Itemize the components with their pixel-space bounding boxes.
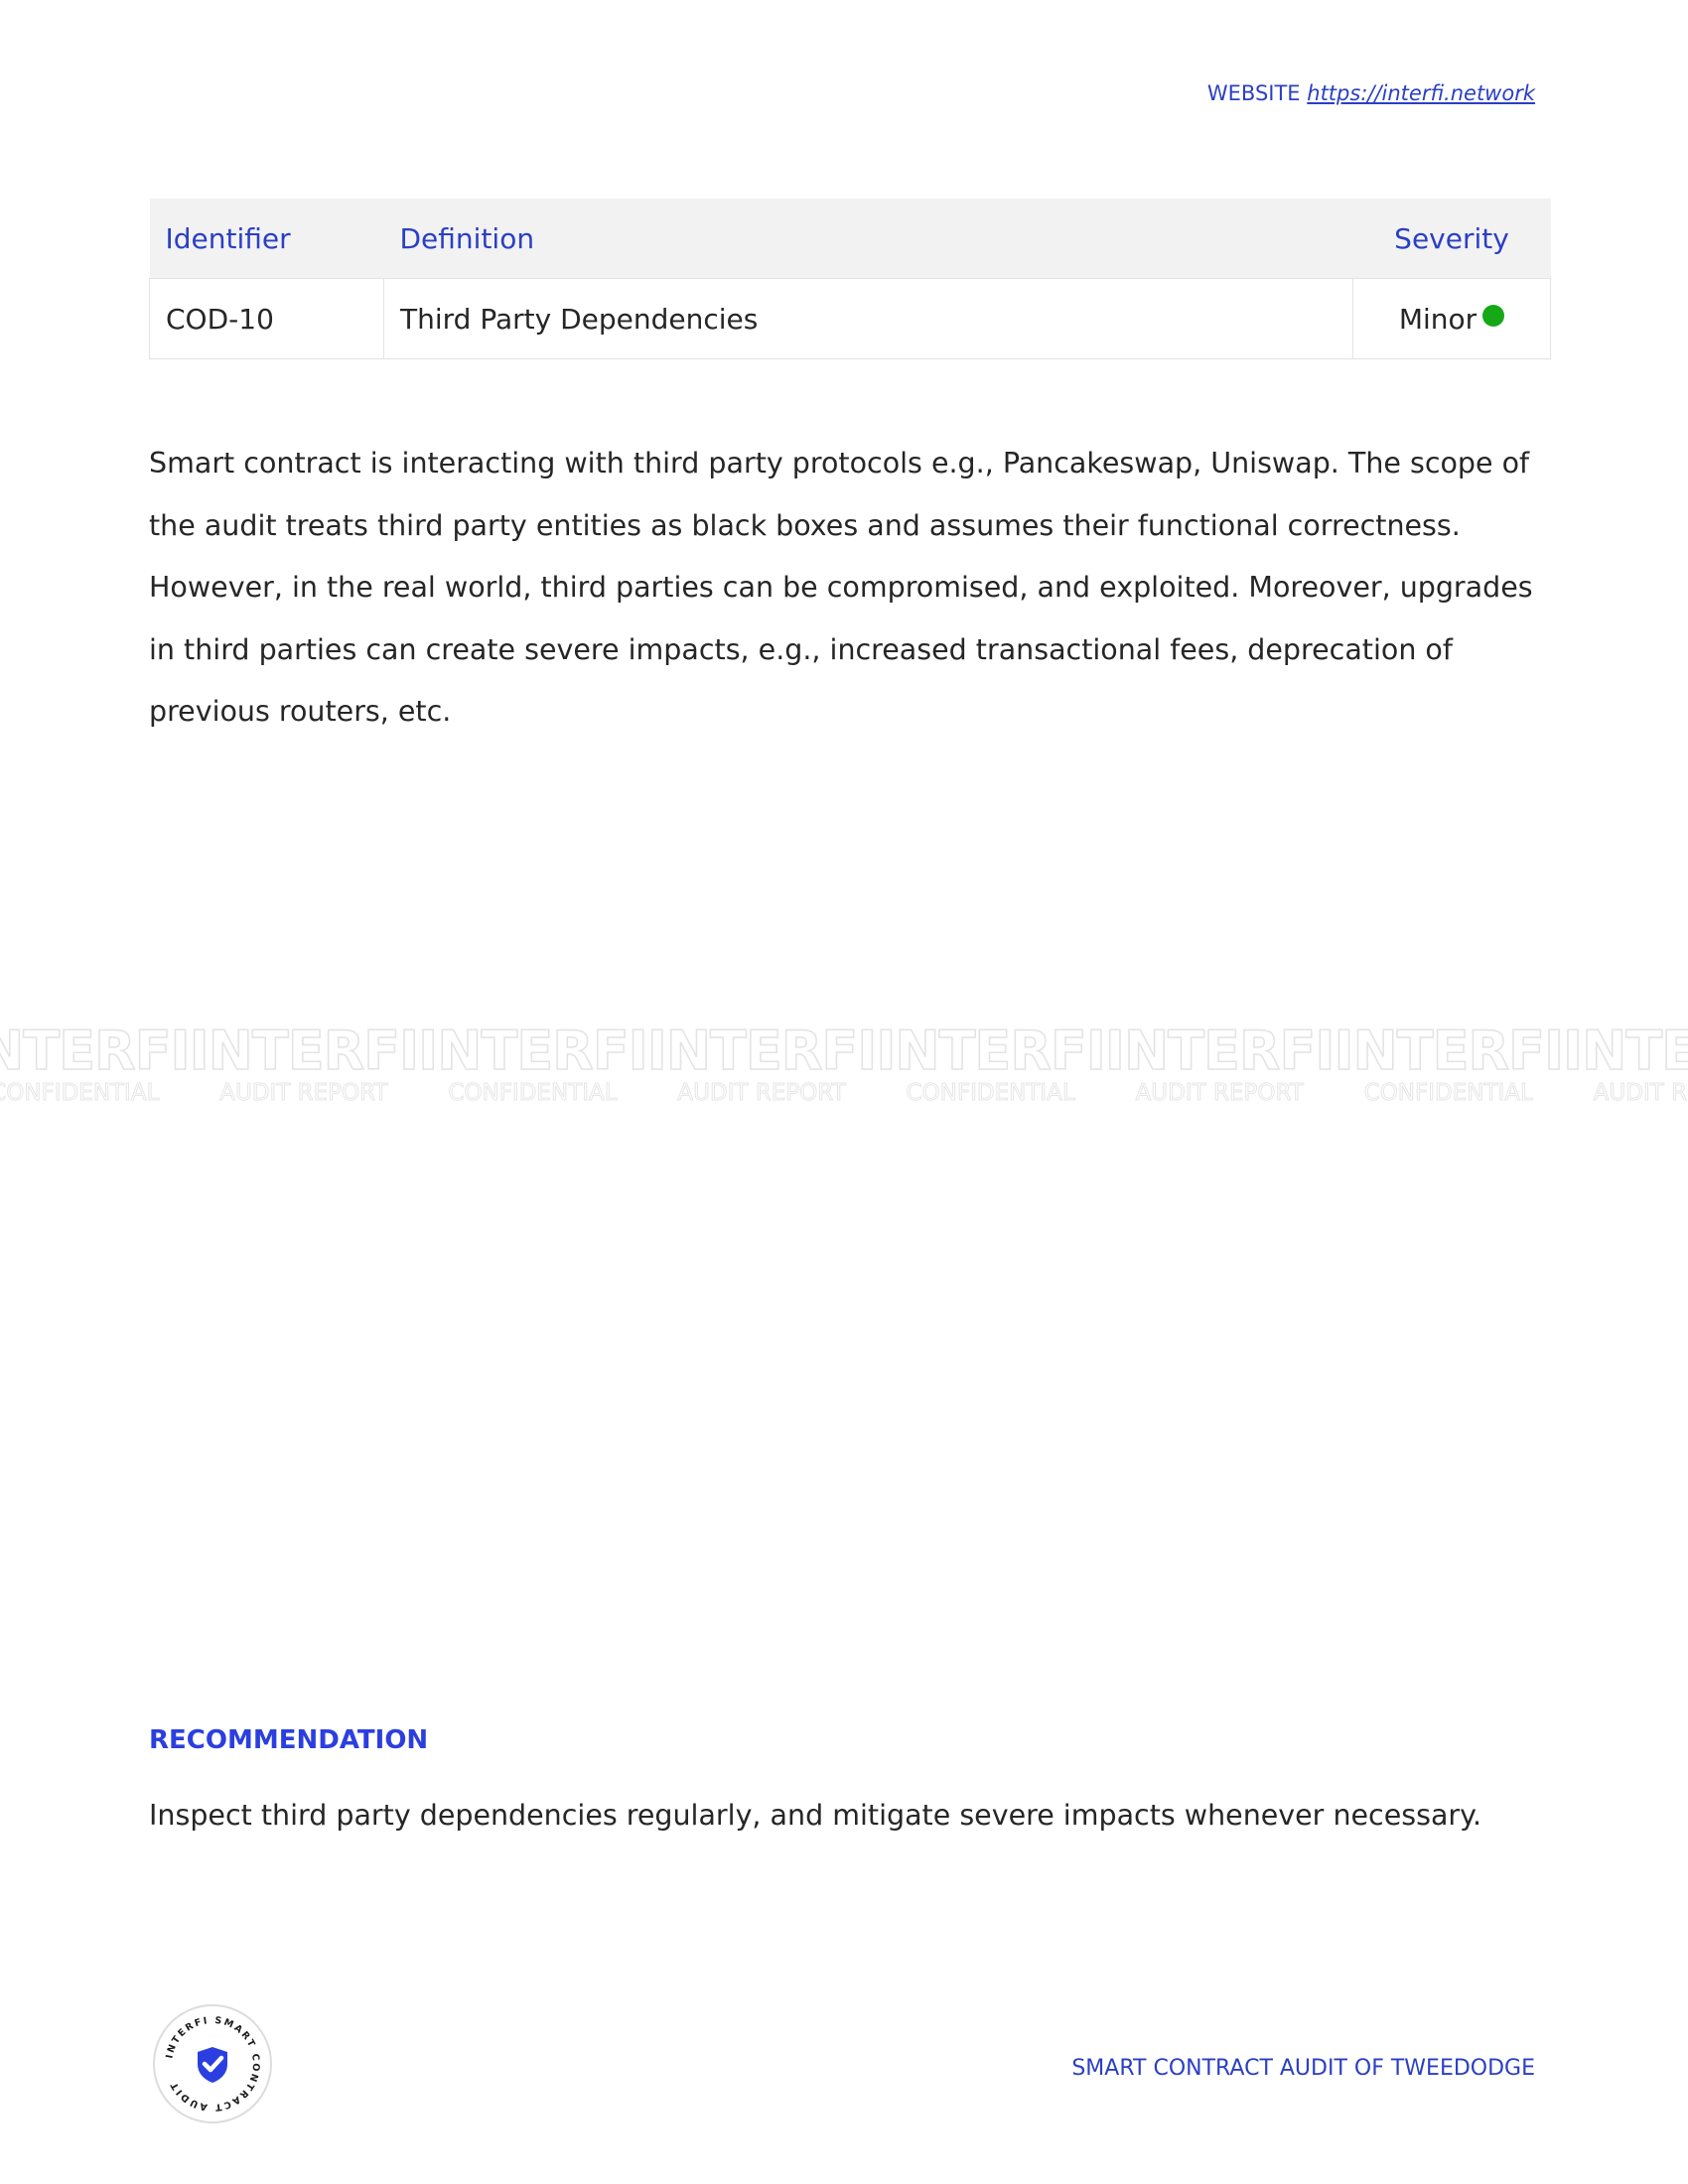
findings-table-container: Identifier Definition Severity COD-10 Th…	[149, 199, 1551, 359]
table-row: COD-10 Third Party Dependencies Minor	[149, 278, 1551, 359]
watermark-unit: INTERFIAUDIT REPORT	[1104, 1023, 1336, 1107]
watermark-unit: INTERFIAUDIT REPORT	[646, 1023, 878, 1107]
cell-definition: Third Party Dependencies	[383, 278, 1353, 359]
watermark-caption: CONFIDENTIAL	[1363, 1080, 1533, 1107]
watermark-brand: INTERFI	[1104, 1023, 1336, 1082]
cell-severity: Minor	[1352, 278, 1551, 359]
recommendation-heading: RECOMMENDATION	[149, 1725, 429, 1755]
watermark-caption: AUDIT REPORT	[219, 1080, 388, 1107]
severity-dot-icon	[1482, 304, 1505, 327]
finding-description: Smart contract is interacting with third…	[149, 447, 1533, 728]
watermark-brand: INTERFI	[417, 1023, 648, 1082]
watermark-caption: CONFIDENTIAL	[448, 1080, 618, 1107]
watermark-unit: INTERFICONFIDENTIAL	[0, 1023, 191, 1107]
watermark-unit: INTERFIAUDIT REPORT	[189, 1023, 420, 1107]
watermark-brand: INTERFI	[1334, 1023, 1565, 1082]
website-label: WEBSITE	[1206, 81, 1301, 105]
watermark-brand: INTERFI	[876, 1023, 1107, 1082]
column-header-severity: Severity	[1352, 199, 1551, 279]
watermark-brand: INTERFI	[646, 1023, 878, 1082]
recommendation-text: Inspect third party dependencies regular…	[149, 1799, 1482, 1832]
watermark-caption: CONFIDENTIAL	[0, 1080, 160, 1107]
watermark-caption: CONFIDENTIAL	[906, 1080, 1075, 1107]
watermark-caption: AUDIT REPORT	[1593, 1080, 1688, 1107]
cell-identifier: COD-10	[149, 278, 384, 359]
table-header-row: Identifier Definition Severity	[149, 199, 1551, 279]
seal-graphic: INTERFI SMART CONTRACT AUDIT	[153, 2004, 272, 2123]
column-header-definition: Definition	[383, 199, 1353, 279]
watermark-unit: INTERFICONFIDENTIAL	[1334, 1023, 1565, 1107]
audit-seal-logo: INTERFI SMART CONTRACT AUDIT	[152, 2003, 273, 2124]
watermark-caption: AUDIT REPORT	[677, 1080, 846, 1107]
watermark-unit: INTERFIAUDIT REPORT	[1562, 1023, 1688, 1107]
findings-table: Identifier Definition Severity COD-10 Th…	[149, 199, 1551, 359]
watermark-unit: INTERFICONFIDENTIAL	[417, 1023, 648, 1107]
watermark-caption: AUDIT REPORT	[1135, 1080, 1304, 1107]
severity-label: Minor	[1398, 302, 1477, 336]
watermark-brand: INTERFI	[0, 1023, 191, 1082]
column-header-identifier: Identifier	[149, 199, 384, 279]
website-link[interactable]: https://interfi.network	[1307, 81, 1535, 105]
footer-title: SMART CONTRACT AUDIT OF TWEEDODGE	[1071, 2056, 1535, 2081]
watermark-brand: INTERFI	[1562, 1023, 1688, 1082]
watermark-unit: INTERFICONFIDENTIAL	[876, 1023, 1107, 1107]
website-header: WEBSITE https://interfi.network	[1207, 81, 1535, 105]
watermark-brand: INTERFI	[189, 1023, 420, 1082]
watermark-strip: INTERFICONFIDENTIALINTERFIAUDIT REPORTIN…	[0, 1023, 1688, 1106]
